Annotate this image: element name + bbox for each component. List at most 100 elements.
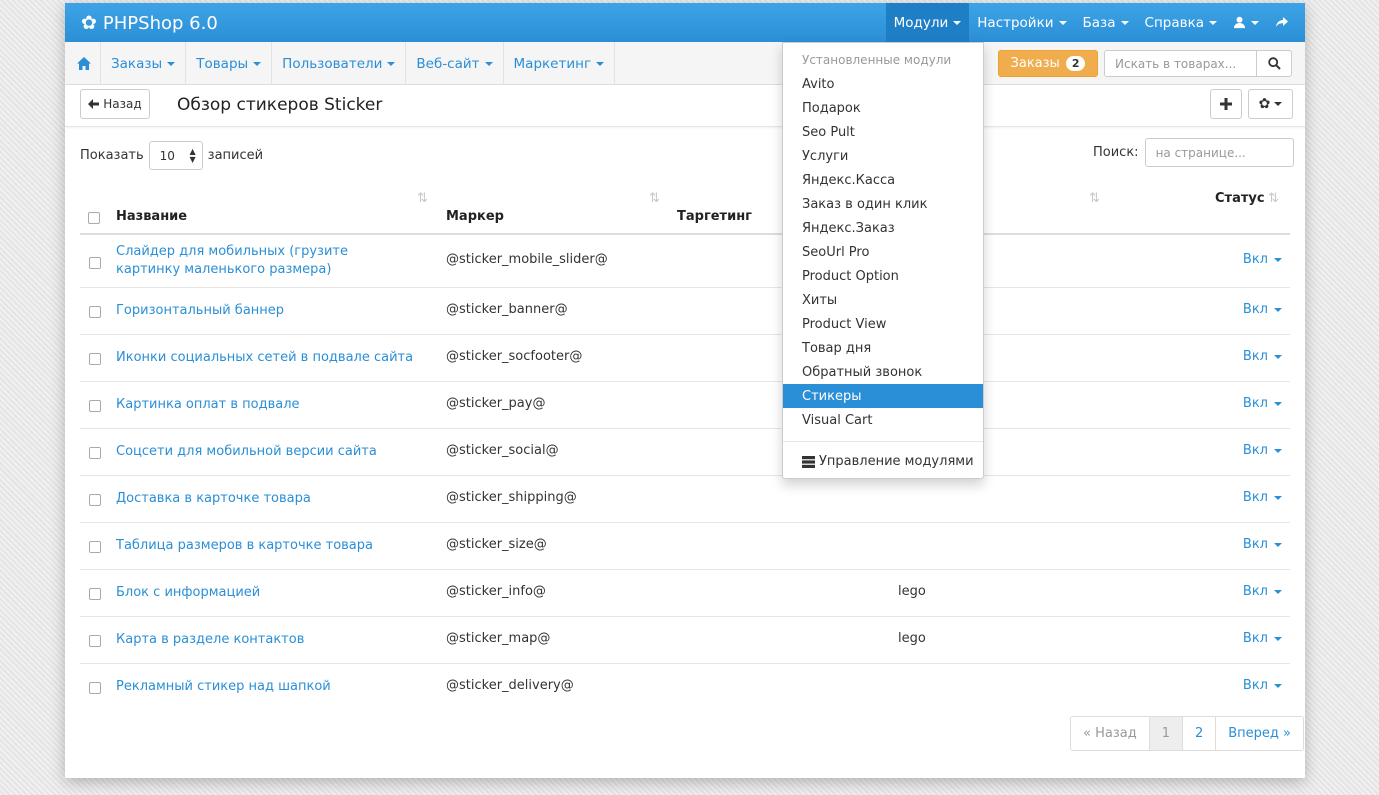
- search-button[interactable]: [1256, 50, 1292, 77]
- product-search-input[interactable]: [1104, 50, 1257, 77]
- status-dropdown[interactable]: Вкл: [1243, 537, 1282, 552]
- module-item-visual-cart[interactable]: Visual Cart: [783, 408, 983, 432]
- module-item-hits[interactable]: Хиты: [783, 288, 983, 312]
- sticker-name-link[interactable]: Рекламный стикер над шапкой: [116, 678, 416, 696]
- module-item-stickers[interactable]: Стикеры: [783, 384, 983, 408]
- table-row: Слайдер для мобильных (грузите картинку …: [80, 235, 1290, 288]
- subnav-users[interactable]: Пользователи: [272, 42, 407, 85]
- sticker-marker: @sticker_size@: [446, 537, 547, 552]
- subnav-orders[interactable]: Заказы: [101, 42, 187, 85]
- row-checkbox[interactable]: [89, 494, 101, 506]
- status-dropdown[interactable]: Вкл: [1243, 490, 1282, 505]
- module-item-seo-pult[interactable]: Seo Pult: [783, 120, 983, 144]
- row-checkbox[interactable]: [89, 257, 101, 269]
- subnav-website[interactable]: Веб-сайт: [406, 42, 504, 85]
- home-link[interactable]: [68, 42, 101, 85]
- status-dropdown[interactable]: Вкл: [1243, 584, 1282, 599]
- status-dropdown[interactable]: Вкл: [1243, 443, 1282, 458]
- sticker-name-link[interactable]: Горизонтальный баннер: [116, 302, 416, 320]
- caret-down-icon: [484, 61, 493, 66]
- module-item-callback[interactable]: Обратный звонок: [783, 360, 983, 384]
- sticker-name-link[interactable]: Соцсети для мобильной версии сайта: [116, 443, 416, 461]
- module-item-product-view[interactable]: Product View: [783, 312, 983, 336]
- module-item-seourl-pro[interactable]: SeoUrl Pro: [783, 240, 983, 264]
- row-checkbox[interactable]: [89, 635, 101, 647]
- page-length-select[interactable]: 10 ▲ ▼: [148, 141, 203, 170]
- pagination-prev[interactable]: « Назад: [1071, 717, 1150, 750]
- column-header-name[interactable]: Название: [116, 209, 187, 224]
- column-header-status[interactable]: Статус: [1215, 191, 1265, 206]
- row-checkbox[interactable]: [89, 447, 101, 459]
- pagination-next[interactable]: Вперед »: [1216, 717, 1304, 750]
- module-item-one-click-order[interactable]: Заказ в один клик: [783, 192, 983, 216]
- sticker-name-link[interactable]: Картинка оплат в подвале: [116, 396, 416, 414]
- sort-icon[interactable]: ⇅: [1268, 191, 1279, 206]
- row-checkbox[interactable]: [89, 353, 101, 365]
- back-button[interactable]: Назад: [80, 89, 150, 119]
- sticker-name-link[interactable]: Доставка в карточке товара: [116, 490, 416, 508]
- select-all-checkbox[interactable]: [88, 212, 100, 224]
- topmenu-label: Модули: [893, 14, 949, 31]
- caret-down-icon: [1274, 542, 1282, 547]
- subnav-label: Заказы: [111, 55, 163, 72]
- status-dropdown[interactable]: Вкл: [1243, 631, 1282, 646]
- topmenu-modules[interactable]: Модули: [885, 3, 970, 42]
- subnav-marketing[interactable]: Маркетинг: [504, 42, 616, 85]
- caret-down-icon: [1274, 257, 1282, 262]
- module-item-yandex-order[interactable]: Яндекс.Заказ: [783, 216, 983, 240]
- sticker-name-link[interactable]: Слайдер для мобильных (грузите картинку …: [116, 243, 416, 279]
- topmenu-help[interactable]: Справка: [1137, 3, 1225, 42]
- pagination-page-2[interactable]: 2: [1182, 717, 1217, 750]
- manage-modules-link[interactable]: Управление модулями: [802, 454, 974, 469]
- brand[interactable]: ✿ PHPShop 6.0: [81, 12, 218, 34]
- status-dropdown[interactable]: Вкл: [1243, 302, 1282, 317]
- arrow-left-icon: [88, 99, 100, 109]
- sticker-name-link[interactable]: Карта в разделе контактов: [116, 631, 416, 649]
- sticker-name-link[interactable]: Блок с информацией: [116, 584, 416, 602]
- module-item-yandex-kassa[interactable]: Яндекс.Касса: [783, 168, 983, 192]
- status-dropdown[interactable]: Вкл: [1243, 678, 1282, 693]
- row-checkbox[interactable]: [89, 588, 101, 600]
- table-search-input[interactable]: на странице...: [1144, 138, 1294, 167]
- table-row: Горизонтальный баннер @sticker_banner@ В…: [80, 288, 1290, 335]
- module-item-gift[interactable]: Подарок: [783, 96, 983, 120]
- status-label: Вкл: [1242, 349, 1268, 364]
- gear-icon: ✿: [1258, 96, 1271, 112]
- sort-icon[interactable]: ⇅: [649, 191, 660, 206]
- topmenu-database[interactable]: База: [1075, 3, 1137, 42]
- subnav-label: Маркетинг: [513, 55, 592, 72]
- column-header-targeting[interactable]: Таргетинг: [677, 209, 752, 224]
- status-label: Вкл: [1242, 396, 1268, 411]
- topmenu-user[interactable]: [1225, 3, 1267, 42]
- table-row: Картинка оплат в подвале @sticker_pay@ В…: [80, 382, 1290, 429]
- orders-count-badge: 2: [1065, 56, 1086, 71]
- sort-icon[interactable]: ⇅: [1089, 191, 1100, 206]
- row-checkbox[interactable]: [89, 682, 101, 694]
- sort-icon[interactable]: ⇅: [417, 191, 428, 206]
- topmenu-exit[interactable]: [1267, 3, 1305, 42]
- orders-button[interactable]: Заказы 2: [998, 50, 1098, 77]
- status-dropdown[interactable]: Вкл: [1243, 396, 1282, 411]
- module-item-product-option[interactable]: Product Option: [783, 264, 983, 288]
- sticker-name-link[interactable]: Иконки социальных сетей в подвале сайта: [116, 349, 436, 367]
- row-checkbox[interactable]: [89, 541, 101, 553]
- table-row: Иконки социальных сетей в подвале сайта …: [80, 335, 1290, 382]
- pagination-page-1[interactable]: 1: [1149, 717, 1183, 750]
- table-search: Поиск: на странице...: [1093, 138, 1294, 167]
- page-length-value: 10: [159, 148, 175, 163]
- caret-down-icon: [1274, 636, 1282, 641]
- row-checkbox[interactable]: [89, 306, 101, 318]
- sticker-name-link[interactable]: Таблица размеров в карточке товара: [116, 537, 416, 555]
- back-button-label: Назад: [103, 97, 142, 111]
- add-button[interactable]: [1210, 89, 1242, 119]
- subnav-products[interactable]: Товары: [186, 42, 273, 85]
- module-item-services[interactable]: Услуги: [783, 144, 983, 168]
- status-dropdown[interactable]: Вкл: [1243, 349, 1282, 364]
- settings-button[interactable]: ✿: [1248, 89, 1293, 119]
- topmenu-settings[interactable]: Настройки: [969, 3, 1074, 42]
- module-item-avito[interactable]: Avito: [783, 72, 983, 96]
- status-dropdown[interactable]: Вкл: [1243, 252, 1282, 267]
- row-checkbox[interactable]: [89, 400, 101, 412]
- column-header-marker[interactable]: Маркер: [446, 209, 504, 224]
- module-item-product-of-day[interactable]: Товар дня: [783, 336, 983, 360]
